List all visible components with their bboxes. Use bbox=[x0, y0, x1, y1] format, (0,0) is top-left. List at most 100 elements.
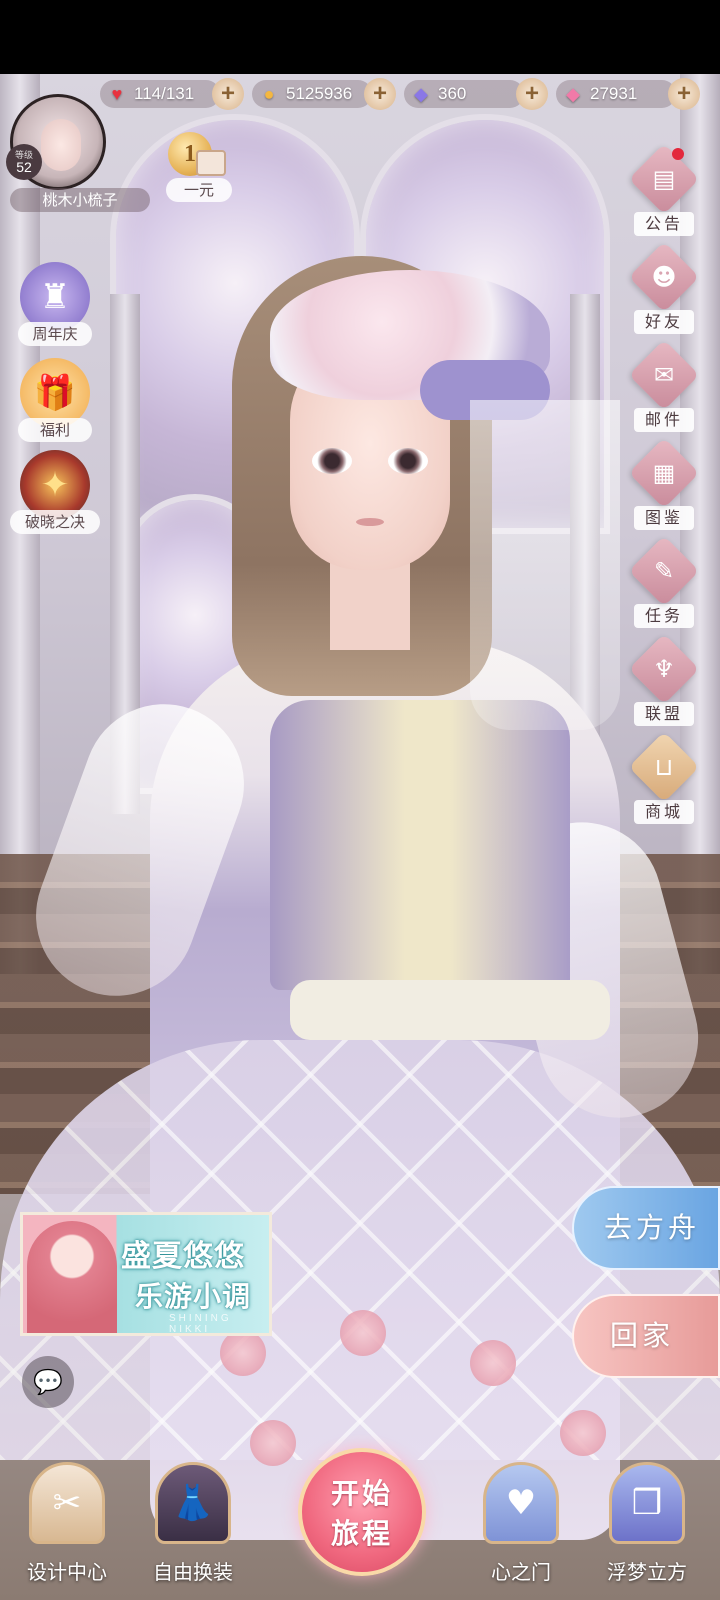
card-collection-icon: ▦ bbox=[652, 459, 676, 487]
anniversary-label: 周年庆 bbox=[18, 322, 92, 346]
collection-button[interactable]: ▦ 图鉴 bbox=[628, 437, 700, 530]
avatar-face bbox=[41, 119, 81, 171]
level-badge: 等级 52 bbox=[6, 144, 42, 180]
task-button[interactable]: ✎ 任务 bbox=[628, 535, 700, 628]
friend-icon: ☻ bbox=[651, 263, 677, 291]
alliance-wings-icon-frame: ♆ bbox=[628, 633, 700, 705]
notice-button[interactable]: ▤ 公告 bbox=[628, 143, 700, 236]
shopping-bag-icon-frame: ⊔ bbox=[628, 731, 700, 803]
add-stamina-button[interactable]: + bbox=[212, 78, 244, 110]
rose-decoration bbox=[340, 1310, 386, 1356]
banner-logo-text: SHINING NIKKI bbox=[169, 1313, 232, 1335]
dawn-duel-label: 破晓之决 bbox=[10, 510, 100, 534]
friends-button[interactable]: ☻ 好友 bbox=[628, 241, 700, 334]
task-icon: ✎ bbox=[653, 557, 675, 585]
task-icon-frame: ✎ bbox=[628, 535, 700, 607]
dream-cube-label: 浮梦立方 bbox=[607, 1560, 687, 1584]
coin-text: 1 bbox=[184, 140, 196, 167]
alliance-button[interactable]: ♆ 联盟 bbox=[628, 633, 700, 726]
start-journey-button[interactable]: 开始 旅程 bbox=[298, 1448, 426, 1576]
diamond-counter: ◆ 360 bbox=[404, 80, 524, 108]
free-dressup-button[interactable]: 👗 自由换装 bbox=[138, 1462, 248, 1585]
chat-bubble-icon: 💬 bbox=[33, 1368, 63, 1396]
neck bbox=[330, 560, 410, 650]
heart-icon: ♥ bbox=[111, 83, 123, 104]
welfare-label: 福利 bbox=[18, 418, 92, 442]
stamina-value: 114/131 bbox=[134, 84, 195, 103]
add-diamond-button[interactable]: + bbox=[516, 78, 548, 110]
shop-label: 商城 bbox=[634, 800, 694, 824]
eye-right bbox=[388, 448, 428, 474]
start-journey-line2: 旅程 bbox=[330, 1517, 393, 1550]
shop-button[interactable]: ⊔ 商城 bbox=[628, 731, 700, 824]
mail-label: 邮件 bbox=[634, 408, 694, 432]
cat-coin-icon: ● bbox=[263, 83, 275, 104]
design-center-button[interactable]: ✂ 设计中心 bbox=[12, 1462, 122, 1585]
mouth bbox=[356, 518, 384, 526]
rose-decoration bbox=[220, 1330, 266, 1376]
pink-crystal-icon: ◆ bbox=[566, 83, 580, 104]
banner-character-image bbox=[27, 1221, 117, 1333]
notice-board-icon: ▤ bbox=[652, 165, 676, 193]
dawn-duel-button[interactable]: ✦ 破晓之决 bbox=[10, 450, 100, 534]
level-value: 52 bbox=[16, 158, 32, 175]
level-prefix: 等级 bbox=[14, 149, 33, 160]
one-yuan-promo-button[interactable]: 1 一元 bbox=[166, 132, 232, 202]
add-crystal-button[interactable]: + bbox=[668, 78, 700, 110]
banner-title-line2: 乐游小调 bbox=[135, 1280, 252, 1313]
friends-label: 好友 bbox=[634, 310, 694, 334]
plus-icon: + bbox=[372, 80, 387, 107]
sash-bow bbox=[290, 980, 610, 1040]
go-home-button[interactable]: 回家 bbox=[572, 1294, 720, 1378]
notice-label: 公告 bbox=[634, 212, 694, 236]
shopping-bag-icon: ⊔ bbox=[654, 753, 674, 781]
welfare-button[interactable]: 🎁 福利 bbox=[10, 358, 100, 442]
heart-door-label: 心之门 bbox=[491, 1560, 551, 1584]
mail-icon-frame: ✉ bbox=[628, 339, 700, 411]
plus-icon: + bbox=[676, 80, 691, 107]
veil bbox=[470, 400, 620, 730]
one-yuan-label: 一元 bbox=[166, 178, 232, 202]
notice-board-icon-frame: ▤ bbox=[628, 143, 700, 215]
gold-value: 5125936 bbox=[286, 84, 353, 103]
alliance-wings-icon: ♆ bbox=[653, 655, 675, 683]
diamond-value: 360 bbox=[438, 84, 467, 103]
crystal-value: 27931 bbox=[590, 84, 638, 103]
cube-icon: ❒ bbox=[609, 1462, 685, 1544]
diamond-icon: ◆ bbox=[414, 83, 428, 104]
notification-dot bbox=[672, 148, 684, 160]
rose-decoration bbox=[470, 1340, 516, 1386]
player-name: 桃木小梳子 bbox=[10, 188, 150, 212]
anniversary-button[interactable]: ♜ 周年庆 bbox=[10, 262, 100, 346]
go-to-ark-label: 去方舟 bbox=[604, 1211, 701, 1244]
free-dressup-label: 自由换装 bbox=[153, 1560, 233, 1584]
mail-button[interactable]: ✉ 邮件 bbox=[628, 339, 700, 432]
go-to-ark-button[interactable]: 去方舟 bbox=[572, 1186, 720, 1270]
start-journey-line1: 开始 bbox=[330, 1477, 393, 1510]
stamina-counter: ♥ 114/131 bbox=[100, 80, 220, 108]
summer-event-banner[interactable]: 盛夏悠悠 乐游小调 SHINING NIKKI bbox=[20, 1212, 272, 1336]
alliance-label: 联盟 bbox=[634, 702, 694, 726]
banner-title-line1: 盛夏悠悠 bbox=[121, 1239, 245, 1274]
plus-icon: + bbox=[220, 80, 235, 107]
bodice bbox=[270, 700, 570, 990]
eye-left bbox=[312, 448, 352, 474]
friend-icon-frame: ☻ bbox=[628, 241, 700, 313]
heart-door-button[interactable]: ♥ 心之门 bbox=[466, 1462, 576, 1585]
task-label: 任务 bbox=[634, 604, 694, 628]
heart-door-icon: ♥ bbox=[483, 1462, 559, 1544]
plus-icon: + bbox=[524, 80, 539, 107]
chat-button[interactable]: 💬 bbox=[22, 1356, 74, 1408]
dream-cube-button[interactable]: ❒ 浮梦立方 bbox=[592, 1462, 702, 1585]
add-gold-button[interactable]: + bbox=[364, 78, 396, 110]
gold-counter: ● 5125936 bbox=[252, 80, 372, 108]
go-home-label: 回家 bbox=[610, 1319, 675, 1352]
sewing-machine-icon: ✂ bbox=[29, 1462, 105, 1544]
dress-icon: 👗 bbox=[155, 1462, 231, 1544]
design-center-label: 设计中心 bbox=[27, 1560, 107, 1584]
crystal-counter: ◆ 27931 bbox=[556, 80, 676, 108]
mail-icon: ✉ bbox=[653, 361, 675, 389]
collection-label: 图鉴 bbox=[634, 506, 694, 530]
gift-icon bbox=[196, 150, 226, 176]
card-collection-icon-frame: ▦ bbox=[628, 437, 700, 509]
